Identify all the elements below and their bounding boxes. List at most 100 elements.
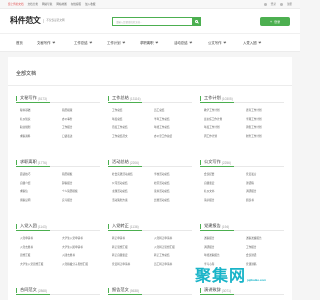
category-link[interactable]: 入党转正思想汇报 (154, 245, 192, 249)
category-link[interactable]: 月度工作总结 (112, 125, 150, 129)
category-link[interactable]: 面试技巧 (20, 172, 58, 176)
category-link[interactable]: 入党转正申请书 (154, 236, 192, 240)
category-header[interactable]: 活动总结 (2206) (108, 159, 192, 167)
category-link[interactable]: 年终述职报告 (204, 253, 242, 257)
category-link[interactable]: 学校活动总结 (154, 172, 192, 176)
topbar-link[interactable]: 加入收藏 (85, 2, 95, 6)
category-link[interactable]: 活动策划方案 (112, 198, 150, 202)
category-link[interactable]: 工作总结 (112, 108, 150, 112)
topbar-link[interactable]: 文档分类 (28, 2, 38, 6)
category-link[interactable]: 转正工作总结 (154, 253, 192, 257)
category-link[interactable]: 办公事务 (62, 117, 100, 121)
category-header[interactable]: 公文写作 (2256) (200, 159, 284, 167)
category-link[interactable]: 教学工作计划 (204, 108, 242, 112)
category-link[interactable]: 转正思想汇报 (112, 245, 150, 249)
category-header[interactable]: 入党入团 (1143) (16, 223, 100, 231)
category-link[interactable]: 大学生入党思想汇报 (20, 262, 58, 266)
category-link[interactable]: 调研报告 (246, 189, 284, 193)
category-link[interactable]: 德育工作计划 (246, 108, 284, 112)
category-header[interactable]: 党建报告 (194) (200, 223, 284, 231)
category-link[interactable]: 社会实践活动总结 (112, 172, 150, 176)
category-header[interactable]: 合同范文 (2868) (16, 287, 100, 295)
category-link[interactable]: 员工总结 (154, 108, 192, 112)
category-link[interactable]: 社区活动总结 (154, 181, 192, 185)
category-header[interactable]: 入党转正 (1136) (108, 223, 192, 231)
category-link[interactable]: 述职述廉报告 (246, 236, 284, 240)
category-link[interactable]: 工作报告 (62, 125, 100, 129)
category-link[interactable]: 党员发言 (246, 172, 284, 176)
category-link[interactable]: 实习报告 (62, 198, 100, 202)
category-link[interactable]: 公司活动总结 (112, 181, 150, 185)
search-button[interactable] (192, 17, 201, 26)
category-link[interactable]: 口语表达 (62, 134, 100, 138)
category-link[interactable]: 转正自我鉴定 (112, 253, 150, 257)
category-link[interactable]: 入党积极分子思想汇报 (62, 262, 100, 266)
site-logo[interactable]: 科件范文 不仅仅是范文网 (10, 15, 65, 26)
topbar-register-link[interactable]: 注册 (287, 2, 292, 6)
category-link[interactable]: 讲话稿 (246, 181, 284, 185)
category-link[interactable]: 转正申请书 (112, 236, 150, 240)
category-link[interactable]: 秘书基础 (20, 108, 58, 112)
category-link[interactable]: 工作报告 (246, 245, 284, 249)
category-header[interactable]: 工作计划 (10305) (200, 95, 284, 103)
category-link[interactable]: 求职信 (20, 189, 58, 193)
category-link[interactable]: 年终工作总结 (154, 125, 192, 129)
category-link[interactable]: 半年工作总结 (154, 117, 192, 121)
category-link[interactable]: 会议讲话 (246, 253, 284, 257)
category-link[interactable]: 班主任工作计划 (204, 117, 242, 121)
category-link[interactable]: 会议纪要 (204, 172, 242, 176)
category-link[interactable]: 工作总结范文 (112, 134, 150, 138)
nav-item-activity[interactable]: 活动总结 (174, 40, 192, 45)
category-link[interactable]: 请示报告 (204, 198, 242, 202)
category-link[interactable]: 周工作计划 (204, 134, 242, 138)
category-link[interactable]: 简历模板 (62, 172, 100, 176)
category-link[interactable]: 职业规划 (20, 125, 58, 129)
topbar-link[interactable]: 在线客服 (71, 2, 81, 6)
category-link[interactable]: 员工转正申请书 (154, 262, 192, 266)
category-link[interactable]: 财务工作计划 (246, 134, 284, 138)
category-header[interactable]: 报告范文 (5638) (108, 287, 192, 295)
nav-item-party[interactable]: 入党入团 (243, 40, 261, 45)
category-link[interactable]: 销售工作计划 (246, 125, 284, 129)
category-link[interactable]: 办公室工作总结 (154, 134, 192, 138)
category-header[interactable]: 演讲致辞 (3071) (200, 287, 284, 295)
category-link[interactable]: 求职资料 (20, 134, 58, 138)
category-link[interactable]: 党员转正申请书 (112, 262, 150, 266)
nav-item-official-doc[interactable]: 公文写作 (208, 40, 226, 45)
topbar-link[interactable]: 您上传的文档 (8, 2, 24, 6)
category-link[interactable]: 学期工作计划 (246, 117, 284, 121)
category-link[interactable]: 大学生入党申请书 (62, 236, 100, 240)
topbar-login-link[interactable]: 登录 (271, 2, 276, 6)
category-link[interactable]: 主题活动总结 (112, 189, 150, 193)
category-link[interactable]: 思想汇报 (20, 253, 58, 257)
category-link[interactable]: 调研报告 (204, 245, 242, 249)
category-link[interactable]: 倡议书 (246, 198, 284, 202)
category-link[interactable]: 入党申请书 (20, 236, 58, 240)
nav-item-writing[interactable]: 文秘写作 (37, 40, 55, 45)
category-header[interactable]: 文秘写作 (5173) (16, 95, 100, 103)
category-link[interactable]: 简历模版 (62, 108, 100, 112)
category-link[interactable]: 离职证明 (20, 198, 58, 202)
nav-item-job[interactable]: 求职离职 (140, 40, 158, 45)
login-button[interactable]: + 登录 (260, 17, 290, 26)
category-link[interactable]: 大学生入团申请书 (62, 245, 100, 249)
nav-item-work-summary[interactable]: 工作总结 (74, 40, 92, 45)
category-link[interactable]: 入团志愿书 (62, 253, 100, 257)
category-link[interactable]: 年度工作计划 (204, 125, 242, 129)
category-header[interactable]: 工作总结 (13116) (108, 95, 192, 103)
search-input[interactable]: 请输入您要查找的文档... (112, 17, 192, 26)
category-link[interactable]: 自我鉴定 (204, 181, 242, 185)
category-link[interactable]: 礼仪文书 (204, 189, 242, 193)
nav-item-home[interactable]: 首页 (16, 40, 23, 45)
topbar-link[interactable]: 网站导航 (42, 2, 52, 6)
category-link[interactable]: 读书活动总结 (154, 189, 192, 193)
category-link[interactable]: 个人简历模板 (62, 189, 100, 193)
category-header[interactable]: 求职离职 (1776) (16, 159, 100, 167)
category-link[interactable]: 辞职报告 (62, 181, 100, 185)
category-link[interactable]: 礼仪知识 (20, 117, 58, 121)
category-link[interactable]: 年度总结 (112, 117, 150, 121)
category-link[interactable]: 比赛活动总结 (154, 198, 192, 202)
category-link[interactable]: 入党志愿书 (20, 245, 58, 249)
category-link[interactable]: 述职报告 (204, 236, 242, 240)
topbar-link[interactable]: 网站地图 (56, 2, 66, 6)
